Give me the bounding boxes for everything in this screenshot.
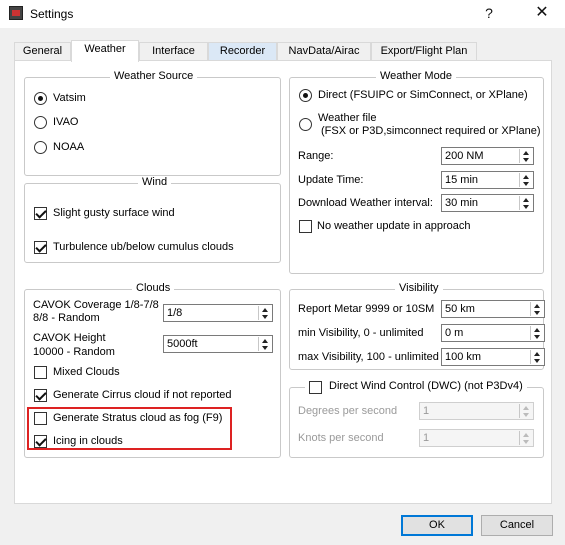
cancel-button[interactable]: Cancel	[481, 515, 553, 536]
spin-arrows-icon[interactable]	[530, 350, 543, 364]
slight-gusty-wind-label[interactable]: Slight gusty surface wind	[53, 207, 175, 219]
turbulence-checkbox[interactable]	[34, 241, 47, 254]
spin-arrows-icon[interactable]	[530, 302, 543, 316]
spin-arrows-icon[interactable]	[530, 326, 543, 340]
min-visibility-value[interactable]: 0 m	[445, 327, 463, 339]
min-visibility-label: min Visibility, 0 - unlimited	[298, 327, 424, 339]
tab-recorder[interactable]: Recorder	[208, 42, 277, 61]
noaa-radio[interactable]	[34, 141, 47, 154]
spin-arrows-icon[interactable]	[519, 149, 532, 163]
mixed-clouds-checkbox[interactable]	[34, 366, 47, 379]
cirrus-cloud-checkbox[interactable]	[34, 389, 47, 402]
tab-export-flight-plan[interactable]: Export/Flight Plan	[371, 42, 477, 61]
report-metar-value[interactable]: 50 km	[445, 303, 475, 315]
clouds-legend: Clouds	[132, 282, 175, 294]
max-visibility-value[interactable]: 100 km	[445, 351, 481, 363]
vatsim-radio[interactable]	[34, 92, 47, 105]
weather-mode-group: Weather Mode Direct (FSUIPC or SimConnec…	[289, 70, 544, 274]
report-metar-spinbox[interactable]: 50 km	[441, 300, 545, 318]
weather-source-group: Weather Source Vatsim IVAO NOAA	[24, 70, 281, 176]
range-spinbox[interactable]: 200 NM	[441, 147, 534, 165]
weather-file-label[interactable]: Weather file	[318, 112, 377, 124]
weather-file-radio[interactable]	[299, 118, 312, 131]
spin-arrows-icon[interactable]	[258, 337, 271, 351]
direct-mode-label[interactable]: Direct (FSUIPC or SimConnect, or XPlane)	[318, 89, 528, 101]
vatsim-label[interactable]: Vatsim	[53, 92, 86, 104]
direct-mode-radio[interactable]	[299, 89, 312, 102]
knots-per-second-spinbox[interactable]: 1	[419, 429, 534, 447]
ivao-radio[interactable]	[34, 116, 47, 129]
download-interval-value[interactable]: 30 min	[445, 197, 478, 209]
tab-general[interactable]: General	[14, 42, 71, 61]
mixed-clouds-label[interactable]: Mixed Clouds	[53, 366, 120, 378]
weather-file-sublabel: (FSX or P3D,simconnect required or XPlan…	[321, 125, 541, 137]
spin-arrows-icon[interactable]	[519, 404, 532, 418]
tab-weather[interactable]: Weather	[71, 40, 139, 62]
turbulence-label[interactable]: Turbulence ub/below cumulus clouds	[53, 241, 234, 253]
visibility-group: Visibility Report Metar 9999 or 10SM 50 …	[289, 282, 545, 370]
dwc-legend[interactable]: Direct Wind Control (DWC) (not P3Dv4)	[305, 380, 527, 392]
no-update-approach-label[interactable]: No weather update in approach	[317, 220, 471, 232]
cavok-height-value[interactable]: 5000ft	[167, 338, 198, 350]
spin-arrows-icon[interactable]	[519, 196, 532, 210]
dwc-checkbox[interactable]	[309, 381, 322, 394]
spin-arrows-icon[interactable]	[258, 306, 271, 320]
cavok-coverage-spinbox[interactable]: 1/8	[163, 304, 273, 322]
wind-legend: Wind	[138, 176, 172, 188]
dwc-group: Direct Wind Control (DWC) (not P3Dv4) De…	[289, 380, 544, 458]
cavok-height-label: CAVOK Height	[33, 332, 106, 344]
range-label: Range:	[298, 150, 334, 162]
app-icon	[9, 6, 23, 20]
degrees-per-second-value[interactable]: 1	[423, 405, 429, 417]
degrees-per-second-label: Degrees per second	[298, 405, 398, 417]
ivao-label[interactable]: IVAO	[53, 116, 78, 128]
cavok-coverage-sublabel: 8/8 - Random	[33, 312, 100, 324]
title-bar: Settings ? ✕	[0, 0, 565, 28]
cavok-coverage-value[interactable]: 1/8	[167, 307, 182, 319]
download-interval-label: Download Weather interval:	[298, 197, 433, 209]
close-button[interactable]: ✕	[519, 0, 565, 28]
ok-button[interactable]: OK	[401, 515, 473, 536]
spin-arrows-icon[interactable]	[519, 173, 532, 187]
update-time-spinbox[interactable]: 15 min	[441, 171, 534, 189]
highlight-box	[27, 407, 232, 450]
window-title: Settings	[30, 7, 74, 21]
no-update-approach-checkbox[interactable]	[299, 220, 312, 233]
max-visibility-spinbox[interactable]: 100 km	[441, 348, 545, 366]
help-button[interactable]: ?	[466, 0, 512, 28]
slight-gusty-wind-checkbox[interactable]	[34, 207, 47, 220]
cirrus-cloud-label[interactable]: Generate Cirrus cloud if not reported	[53, 389, 232, 401]
degrees-per-second-spinbox[interactable]: 1	[419, 402, 534, 420]
cavok-coverage-label: CAVOK Coverage 1/8-7/8	[33, 299, 159, 311]
cavok-height-spinbox[interactable]: 5000ft	[163, 335, 273, 353]
update-time-value[interactable]: 15 min	[445, 174, 478, 186]
knots-per-second-value[interactable]: 1	[423, 432, 429, 444]
spin-arrows-icon[interactable]	[519, 431, 532, 445]
download-interval-spinbox[interactable]: 30 min	[441, 194, 534, 212]
weather-source-legend: Weather Source	[110, 70, 198, 82]
range-value[interactable]: 200 NM	[445, 150, 484, 162]
min-visibility-spinbox[interactable]: 0 m	[441, 324, 545, 342]
wind-group: Wind Slight gusty surface wind Turbulenc…	[24, 176, 281, 263]
report-metar-label: Report Metar 9999 or 10SM	[298, 303, 435, 315]
knots-per-second-label: Knots per second	[298, 432, 384, 444]
update-time-label: Update Time:	[298, 174, 364, 186]
visibility-legend: Visibility	[395, 282, 443, 294]
tab-interface[interactable]: Interface	[139, 42, 208, 61]
max-visibility-label: max Visibility, 100 - unlimited	[298, 351, 439, 363]
noaa-label[interactable]: NOAA	[53, 141, 84, 153]
cavok-height-sublabel: 10000 - Random	[33, 346, 115, 358]
tab-navdata-airac[interactable]: NavData/Airac	[277, 42, 371, 61]
weather-mode-legend: Weather Mode	[376, 70, 456, 82]
